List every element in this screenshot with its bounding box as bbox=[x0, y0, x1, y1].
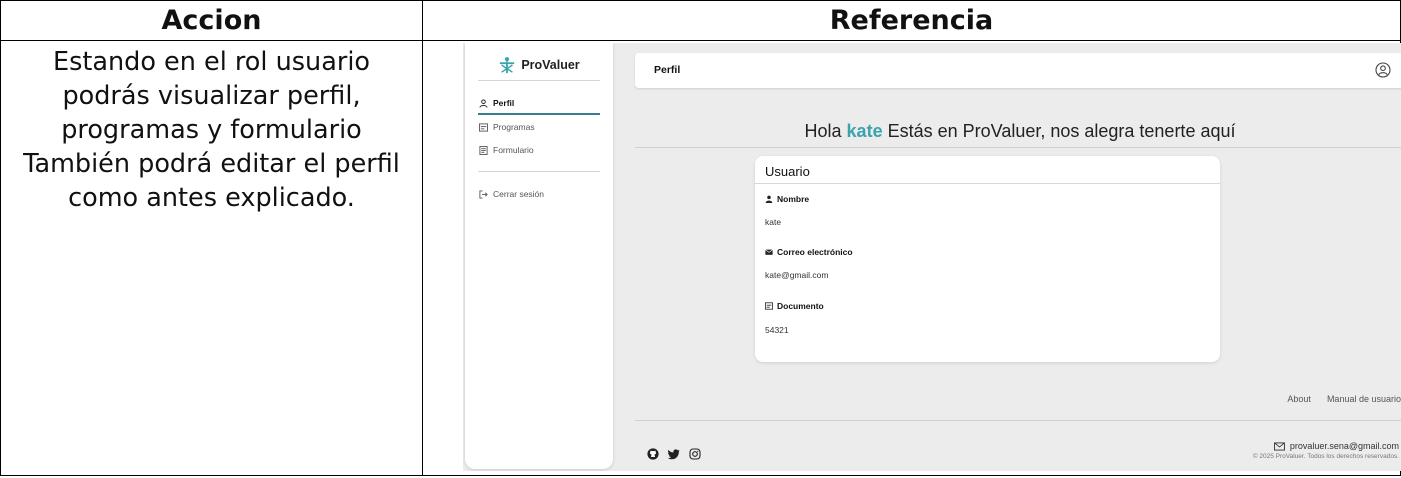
field-label-correo: Correo electrónico bbox=[765, 247, 853, 257]
contact-email-text: provaluer.sena@gmail.com bbox=[1289, 441, 1399, 451]
reference-cell: ProValuer Perfil Programas Formulario Ce… bbox=[422, 40, 1401, 476]
sidebar: ProValuer Perfil Programas Formulario Ce… bbox=[465, 43, 613, 469]
manual-link[interactable]: Manual de usuario bbox=[1327, 394, 1401, 404]
sidebar-item-label: Programas bbox=[493, 122, 535, 132]
greeting-suffix: Estás en ProValuer, nos alegra tenerte a… bbox=[887, 121, 1236, 141]
user-account-icon[interactable] bbox=[1375, 62, 1391, 78]
footer-contact: provaluer.sena@gmail.com © 2025 ProValue… bbox=[1253, 441, 1399, 460]
user-icon bbox=[479, 98, 488, 108]
user-profile-card: Usuario Nombre kate Correo electrónico k… bbox=[755, 156, 1220, 362]
sidebar-divider bbox=[478, 80, 600, 81]
footer-links: About Manual de usuario bbox=[1287, 394, 1401, 404]
sidebar-divider bbox=[478, 171, 600, 172]
greeting-prefix: Hola bbox=[804, 121, 842, 141]
provaluer-logo-icon bbox=[500, 57, 515, 74]
copyright: © 2025 ProValuer. Todos los derechos res… bbox=[1252, 453, 1399, 460]
app-screenshot: ProValuer Perfil Programas Formulario Ce… bbox=[463, 43, 1401, 471]
twitter-icon[interactable] bbox=[668, 447, 680, 460]
active-indicator bbox=[478, 113, 600, 115]
page-title: Perfil bbox=[654, 64, 681, 76]
logout-icon bbox=[479, 189, 488, 199]
logout-button[interactable]: Cerrar sesión bbox=[479, 186, 544, 202]
instruction-table: Accion Referencia Estando en el rol usua… bbox=[0, 0, 1401, 476]
logout-label: Cerrar sesión bbox=[493, 189, 545, 199]
field-label-nombre: Nombre bbox=[765, 194, 809, 204]
content-divider bbox=[635, 147, 1401, 148]
field-label-documento: Documento bbox=[765, 301, 824, 311]
field-value-documento: 54321 bbox=[765, 325, 789, 335]
sidebar-item-formulario[interactable]: Formulario bbox=[479, 142, 534, 158]
header-action: Accion bbox=[0, 0, 423, 41]
form-icon bbox=[479, 145, 488, 155]
card-title: Usuario bbox=[765, 164, 810, 179]
field-value-nombre: kate bbox=[765, 217, 782, 227]
action-description: Estando en el rol usuario podrás visuali… bbox=[0, 40, 423, 476]
card-divider bbox=[755, 183, 1220, 184]
sidebar-item-label: Perfil bbox=[493, 98, 515, 108]
brand-logo[interactable]: ProValuer bbox=[465, 53, 613, 77]
list-icon bbox=[479, 122, 488, 132]
document-icon bbox=[765, 302, 773, 310]
social-links bbox=[647, 447, 701, 460]
footer-divider bbox=[635, 420, 1401, 421]
sidebar-item-perfil[interactable]: Perfil bbox=[479, 95, 514, 111]
welcome-message: Hola kate Estás en ProValuer, nos alegra… bbox=[635, 121, 1401, 142]
top-bar: Perfil bbox=[635, 53, 1401, 88]
mail-icon bbox=[1273, 441, 1285, 451]
sidebar-item-programas[interactable]: Programas bbox=[479, 119, 535, 135]
greeting-username: kate bbox=[846, 121, 883, 141]
header-reference: Referencia bbox=[422, 0, 1401, 41]
sidebar-item-label: Formulario bbox=[493, 145, 534, 155]
about-link[interactable]: About bbox=[1287, 394, 1311, 404]
brand-name: ProValuer bbox=[521, 58, 580, 72]
contact-email[interactable]: provaluer.sena@gmail.com bbox=[1253, 441, 1399, 451]
envelope-icon bbox=[765, 249, 773, 255]
github-icon[interactable] bbox=[647, 447, 659, 460]
instagram-icon[interactable] bbox=[689, 447, 701, 460]
person-icon bbox=[765, 195, 773, 203]
field-value-correo: kate@gmail.com bbox=[765, 270, 829, 280]
